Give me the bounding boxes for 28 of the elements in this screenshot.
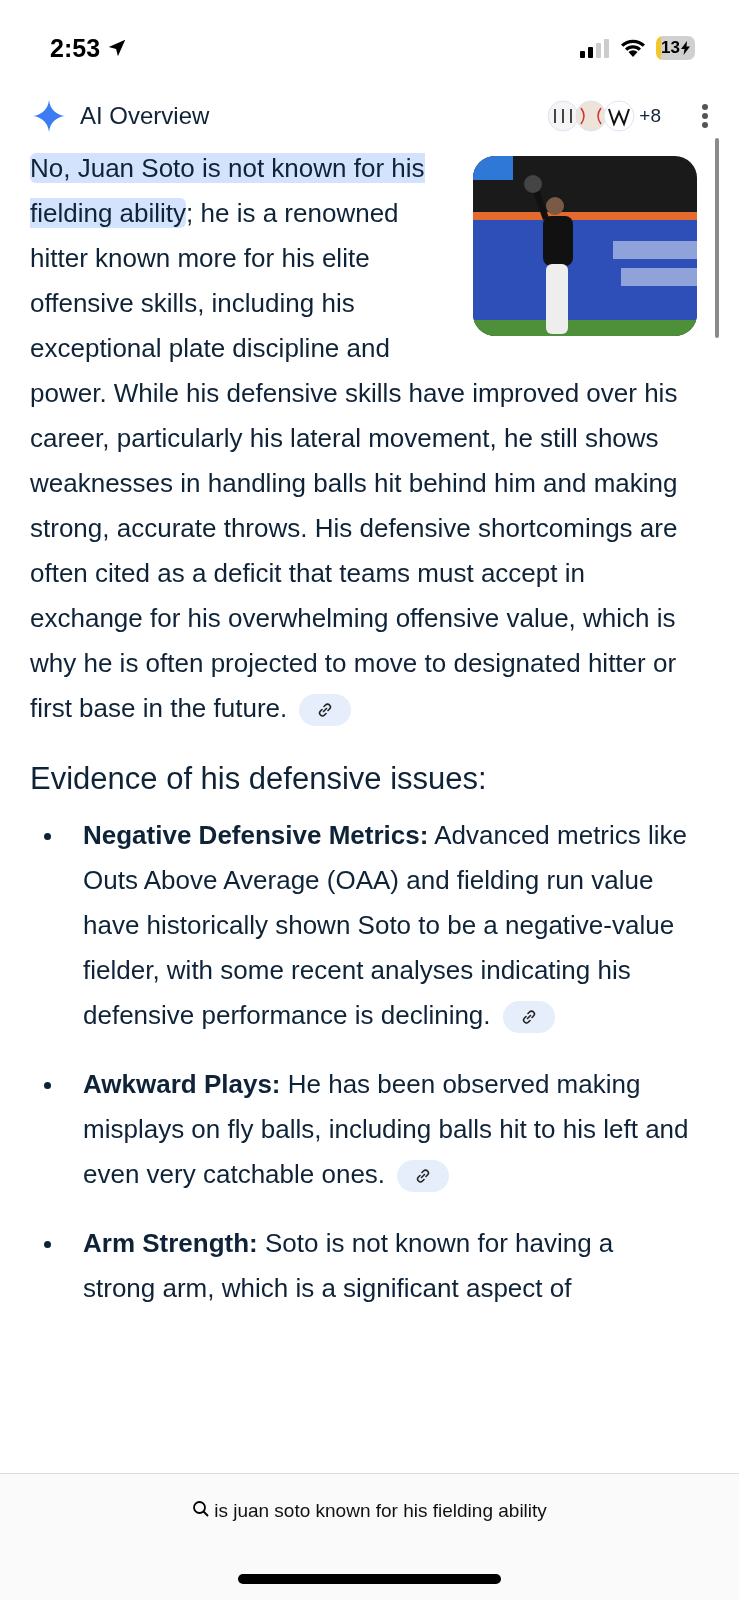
link-icon <box>520 1009 537 1026</box>
more-sources-count[interactable]: +8 <box>639 105 661 127</box>
link-chip[interactable] <box>397 1160 450 1193</box>
search-bar[interactable]: is juan soto known for his fielding ability <box>0 1473 739 1600</box>
answer-paragraph: No, Juan Soto is not known for his fielding ability; he is a renowned hitter known more for his elite offensive skills, including his exceptional plate discipline and power. While his defensive skills have improved over his career, particularly his lateral movement, he still shows weaknesses in handling balls hit behind him and making strong, accurate throws. His defensive shortcomings are often cited as a deficit that teams must accept in exchange for his overwhelming offensive value, which is why he is often projected to move to designated hitter or first base in the future. <box>30 146 691 731</box>
bullet-text: Awkward Plays: He has been observed making misplays on fly balls, including balls hit to his left and even very catchable ones. <box>83 1062 691 1197</box>
baseball-icon[interactable] <box>575 100 608 132</box>
bullet-text: Arm Strength: Soto is not known for having a strong arm, which is a significant aspect of <box>83 1227 615 1305</box>
source-icon[interactable] <box>547 100 580 132</box>
bullet-dot <box>44 1082 51 1089</box>
overview-title: AI Overview <box>80 102 210 130</box>
bullet-dot <box>44 1241 51 1248</box>
section-heading: Evidence of his defensive issues: <box>30 761 488 797</box>
link-chip[interactable] <box>502 1001 555 1034</box>
link-icon <box>317 702 334 719</box>
battery-indicator: 13 <box>656 36 695 60</box>
bullet-text: Negative Defensive Metrics: Advanced metrics like Outs Above Average (OAA) and fielding run value have historically shown Soto to be a negative-value fielder, with some recent analyses indicating his defensive performance is declining. <box>83 813 691 1038</box>
link-chip[interactable] <box>299 694 352 727</box>
signal-icon <box>580 38 611 58</box>
clock-time: 2:53 <box>50 33 101 63</box>
sparkle-icon <box>32 99 66 133</box>
more-options-icon[interactable] <box>701 103 709 129</box>
search-icon <box>192 1500 211 1518</box>
bullet-dot <box>44 833 51 840</box>
search-query: is juan soto known for his fielding ability <box>214 1500 547 1522</box>
link-icon <box>415 1168 432 1185</box>
wikipedia-icon[interactable] <box>603 100 636 132</box>
wifi-icon <box>619 38 648 58</box>
